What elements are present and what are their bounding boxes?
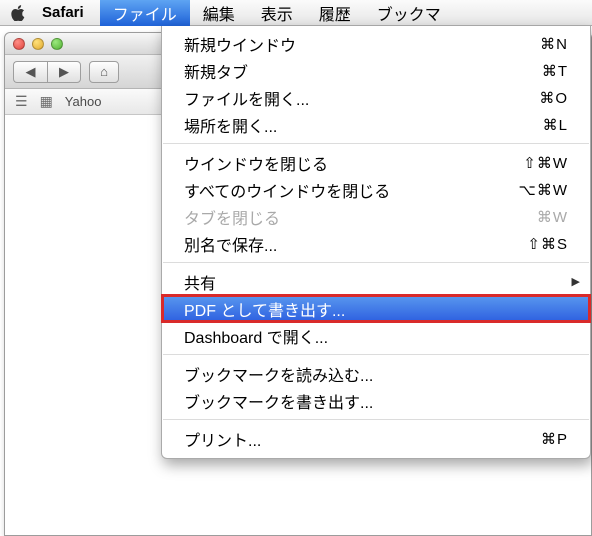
menu-item-share[interactable]: 共有 — [162, 268, 590, 295]
book-icon[interactable]: ☰ — [15, 93, 28, 110]
menu-item-label: タブを閉じる — [184, 205, 537, 229]
menu-item-new-window[interactable]: 新規ウインドウ ⌘N — [162, 30, 590, 57]
menu-edit[interactable]: 編集 — [190, 0, 248, 26]
chevron-right-icon: ▶ — [59, 64, 69, 80]
apple-logo-icon — [11, 5, 25, 21]
menu-item-shortcut: ⌘N — [540, 35, 568, 53]
menu-item-label: ファイルを開く... — [184, 86, 539, 110]
file-menu-dropdown: 新規ウインドウ ⌘N 新規タブ ⌘T ファイルを開く... ⌘O 場所を開く..… — [161, 26, 591, 459]
app-name[interactable]: Safari — [42, 4, 84, 21]
menu-item-label: ウインドウを閉じる — [184, 151, 523, 175]
home-icon: ⌂ — [100, 64, 108, 79]
menu-item-label: 場所を開く... — [184, 113, 543, 137]
menubar: Safari ファイル 編集 表示 履歴 ブックマ — [0, 0, 592, 26]
back-button[interactable]: ◀ — [13, 61, 47, 83]
menu-item-shortcut: ⌘T — [542, 62, 568, 80]
menu-item-open-file[interactable]: ファイルを開く... ⌘O — [162, 84, 590, 111]
apple-menu[interactable] — [10, 5, 26, 21]
menu-item-label: ブックマークを読み込む... — [184, 362, 568, 386]
menu-history[interactable]: 履歴 — [306, 0, 364, 26]
menu-item-label: Dashboard で開く... — [184, 324, 568, 348]
menu-item-shortcut: ⌘W — [537, 208, 568, 226]
menu-separator — [163, 419, 589, 420]
menu-item-label: すべてのウインドウを閉じる — [184, 178, 519, 202]
menu-item-label: 別名で保存... — [184, 232, 527, 256]
menu-item-label: プリント... — [184, 427, 541, 451]
menu-separator — [163, 262, 589, 263]
menu-item-open-location[interactable]: 場所を開く... ⌘L — [162, 111, 590, 138]
menu-item-shortcut: ⇧⌘W — [523, 154, 568, 172]
menu-item-close-all-windows[interactable]: すべてのウインドウを閉じる ⌥⌘W — [162, 176, 590, 203]
menu-item-label: ブックマークを書き出す... — [184, 389, 568, 413]
menu-item-shortcut: ⇧⌘S — [527, 235, 568, 253]
chevron-left-icon: ◀ — [26, 64, 36, 80]
menu-item-shortcut: ⌘O — [539, 89, 568, 107]
menu-item-shortcut: ⌥⌘W — [519, 181, 568, 199]
menu-item-shortcut: ⌘P — [541, 430, 568, 448]
menu-item-label: 新規タブ — [184, 59, 542, 83]
menu-item-close-window[interactable]: ウインドウを閉じる ⇧⌘W — [162, 149, 590, 176]
menu-item-shortcut: ⌘L — [543, 116, 568, 134]
menu-item-export-as-pdf[interactable]: PDF として書き出す... — [162, 295, 590, 322]
menu-bookmarks[interactable]: ブックマ — [364, 0, 454, 26]
menu-item-label: PDF として書き出す... — [184, 297, 568, 321]
menu-item-close-tab: タブを閉じる ⌘W — [162, 203, 590, 230]
menu-item-save-as[interactable]: 別名で保存... ⇧⌘S — [162, 230, 590, 257]
bookmark-item[interactable]: Yahoo — [65, 94, 102, 109]
window-zoom-button[interactable] — [51, 38, 63, 50]
menu-separator — [163, 143, 589, 144]
menu-item-open-in-dashboard[interactable]: Dashboard で開く... — [162, 322, 590, 349]
menu-item-new-tab[interactable]: 新規タブ ⌘T — [162, 57, 590, 84]
home-button[interactable]: ⌂ — [89, 61, 119, 83]
menu-item-label: 共有 — [184, 270, 568, 294]
menu-item-import-bookmarks[interactable]: ブックマークを読み込む... — [162, 360, 590, 387]
menu-item-export-bookmarks[interactable]: ブックマークを書き出す... — [162, 387, 590, 414]
menu-item-label: 新規ウインドウ — [184, 32, 540, 56]
forward-button[interactable]: ▶ — [47, 61, 81, 83]
menu-view[interactable]: 表示 — [248, 0, 306, 26]
window-minimize-button[interactable] — [32, 38, 44, 50]
window-close-button[interactable] — [13, 38, 25, 50]
menu-item-print[interactable]: プリント... ⌘P — [162, 425, 590, 452]
menu-file[interactable]: ファイル — [100, 0, 190, 26]
grid-icon[interactable]: ▦ — [40, 93, 53, 110]
nav-group: ◀ ▶ — [13, 61, 81, 83]
menu-separator — [163, 354, 589, 355]
